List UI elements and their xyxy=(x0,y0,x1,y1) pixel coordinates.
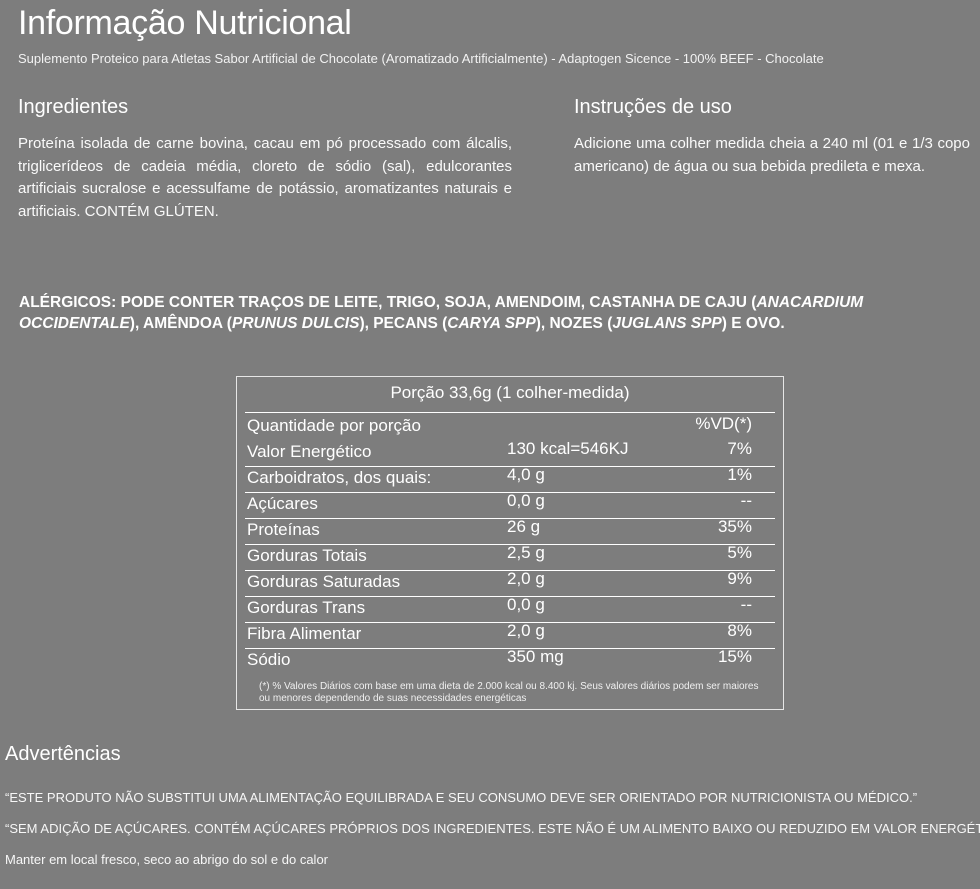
nutrient-name: Sódio xyxy=(247,650,291,669)
nutrient-quantity: 4,0 g xyxy=(507,465,545,484)
nutrient-quantity: 2,0 g xyxy=(507,621,545,640)
daily-value-header: %VD(*) xyxy=(695,414,752,433)
nutrient-quantity: 350 mg xyxy=(507,647,564,666)
nutrient-name: Valor Energético xyxy=(247,442,372,461)
nutrient-name: Fibra Alimentar xyxy=(247,624,362,643)
nutrient-quantity: 2,5 g xyxy=(507,543,545,562)
nutrient-quantity: 0,0 g xyxy=(507,595,545,614)
nutrient-quantity: 26 g xyxy=(507,517,541,536)
nutrient-daily-value: 9% xyxy=(727,569,752,588)
nutrient-daily-value: 15% xyxy=(717,647,752,666)
nutrient-name: Proteínas xyxy=(247,520,320,539)
nutrient-name: Gorduras Totais xyxy=(247,546,367,565)
nutrient-daily-value: -- xyxy=(740,491,752,510)
nutrient-daily-value: 1% xyxy=(727,465,752,484)
nutrient-daily-value: 5% xyxy=(727,543,752,562)
ingredients-heading: Ingredientes xyxy=(18,96,129,118)
page-title: Informação Nutricional xyxy=(18,4,352,42)
divider xyxy=(245,412,775,413)
daily-value-footnote: (*) % Valores Diários com base em uma di… xyxy=(259,681,759,704)
nutrient-quantity: 2,0 g xyxy=(507,569,545,588)
nutrient-daily-value: 7% xyxy=(727,439,752,458)
warning-line: “SEM ADIÇÃO DE AÇÚCARES. CONTÉM AÇÚCARES… xyxy=(5,821,980,836)
product-subtitle: Suplemento Proteico para Atletas Sabor A… xyxy=(18,51,824,66)
nutrient-name: Gorduras Saturadas xyxy=(247,572,401,591)
nutrient-name: Açúcares xyxy=(247,494,318,513)
storage-instruction: Manter em local fresco, seco ao abrigo d… xyxy=(5,852,329,867)
allergens-warning: ALÉRGICOS: PODE CONTER TRAÇOS DE LEITE, … xyxy=(19,294,864,332)
nutrient-name: Carboidratos, dos quais: xyxy=(247,468,432,487)
ingredients-text: Proteína isolada de carne bovina, cacau … xyxy=(18,135,512,220)
nutrient-name: Gorduras Trans xyxy=(247,598,366,617)
instructions-heading: Instruções de uso xyxy=(574,96,732,118)
nutrient-quantity: 0,0 g xyxy=(507,491,545,510)
nutrient-daily-value: -- xyxy=(740,595,752,614)
nutrient-quantity: 130 kcal=546KJ xyxy=(507,439,629,458)
warning-line: “ESTE PRODUTO NÃO SUBSTITUI UMA ALIMENTA… xyxy=(5,790,918,805)
nutrient-daily-value: 35% xyxy=(717,517,752,536)
nutrition-facts-table: Porção 33,6g (1 colher-medida) Quantidad… xyxy=(236,376,784,710)
nutrient-daily-value: 8% xyxy=(727,621,752,640)
warnings-heading: Advertências xyxy=(5,743,121,765)
portion-size: Porção 33,6g (1 colher-medida) xyxy=(390,383,630,402)
instructions-text: Adicione uma colher medida cheia a 240 m… xyxy=(574,135,970,175)
quantity-header: Quantidade por porção xyxy=(247,416,421,435)
